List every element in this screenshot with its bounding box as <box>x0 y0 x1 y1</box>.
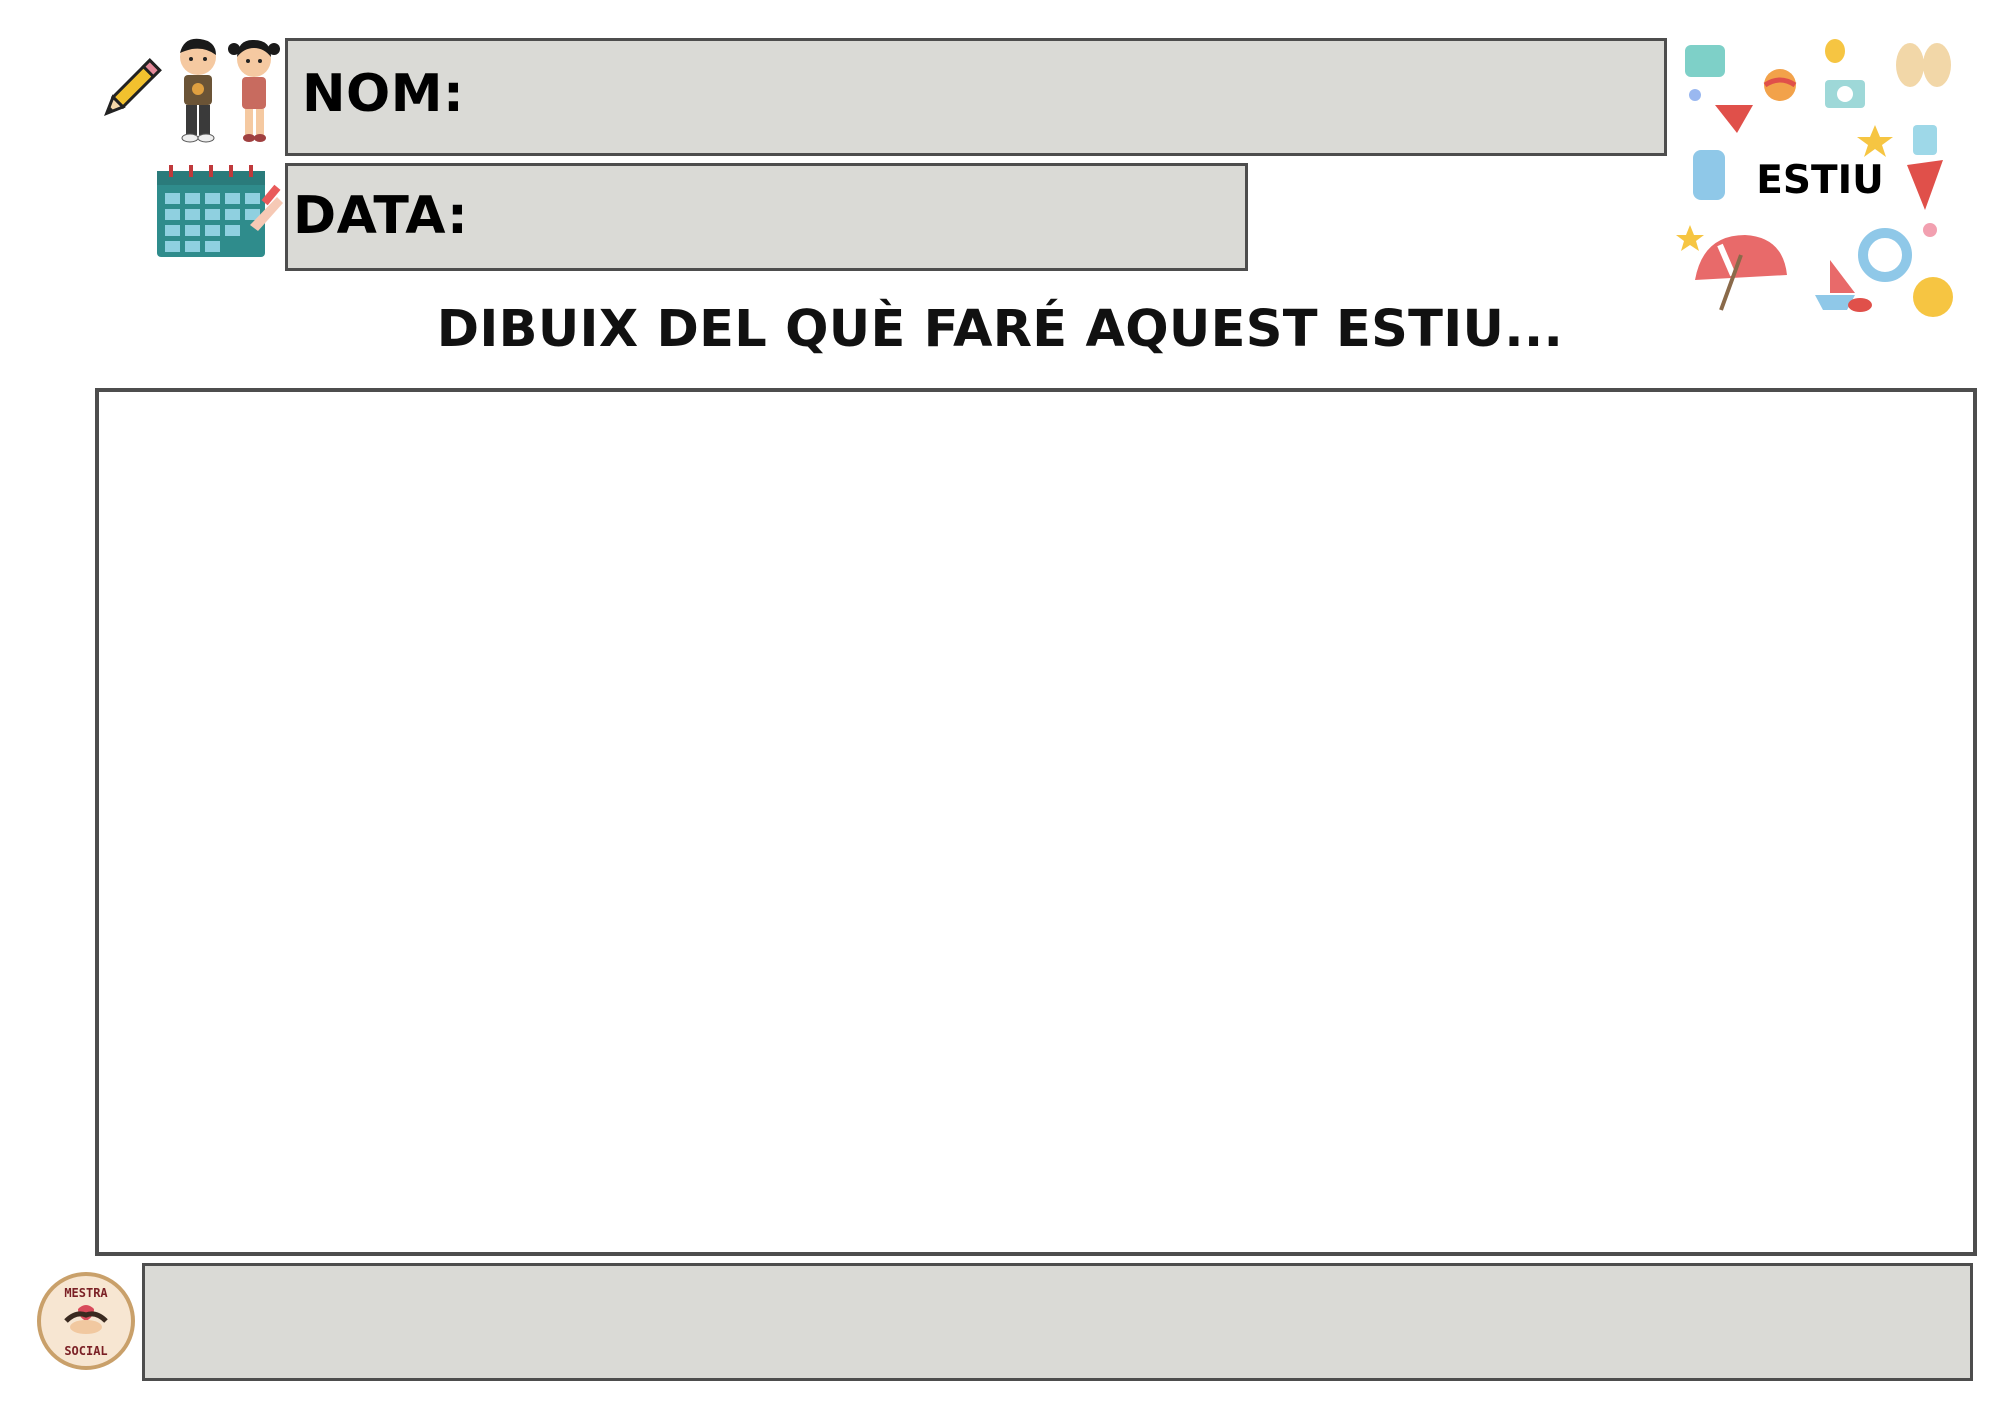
svg-text:SOCIAL: SOCIAL <box>64 1344 107 1358</box>
footer-field[interactable] <box>142 1263 1973 1381</box>
season-badge-text: ESTIU <box>1756 158 1884 203</box>
svg-text:MESTRA: MESTRA <box>64 1286 108 1300</box>
page-title: DIBUIX DEL QUÈ FARÉ AQUEST ESTIU... <box>436 300 1564 359</box>
name-label: NOM: <box>302 64 465 124</box>
date-label: DATA: <box>293 186 469 246</box>
drawing-area[interactable] <box>95 388 1977 1256</box>
calendar-icon <box>157 165 283 257</box>
name-field[interactable] <box>285 38 1667 156</box>
kids-icon <box>180 38 280 143</box>
mestra-social-logo: MESTRA SOCIAL <box>37 1272 135 1370</box>
pencil-icon <box>104 58 162 116</box>
